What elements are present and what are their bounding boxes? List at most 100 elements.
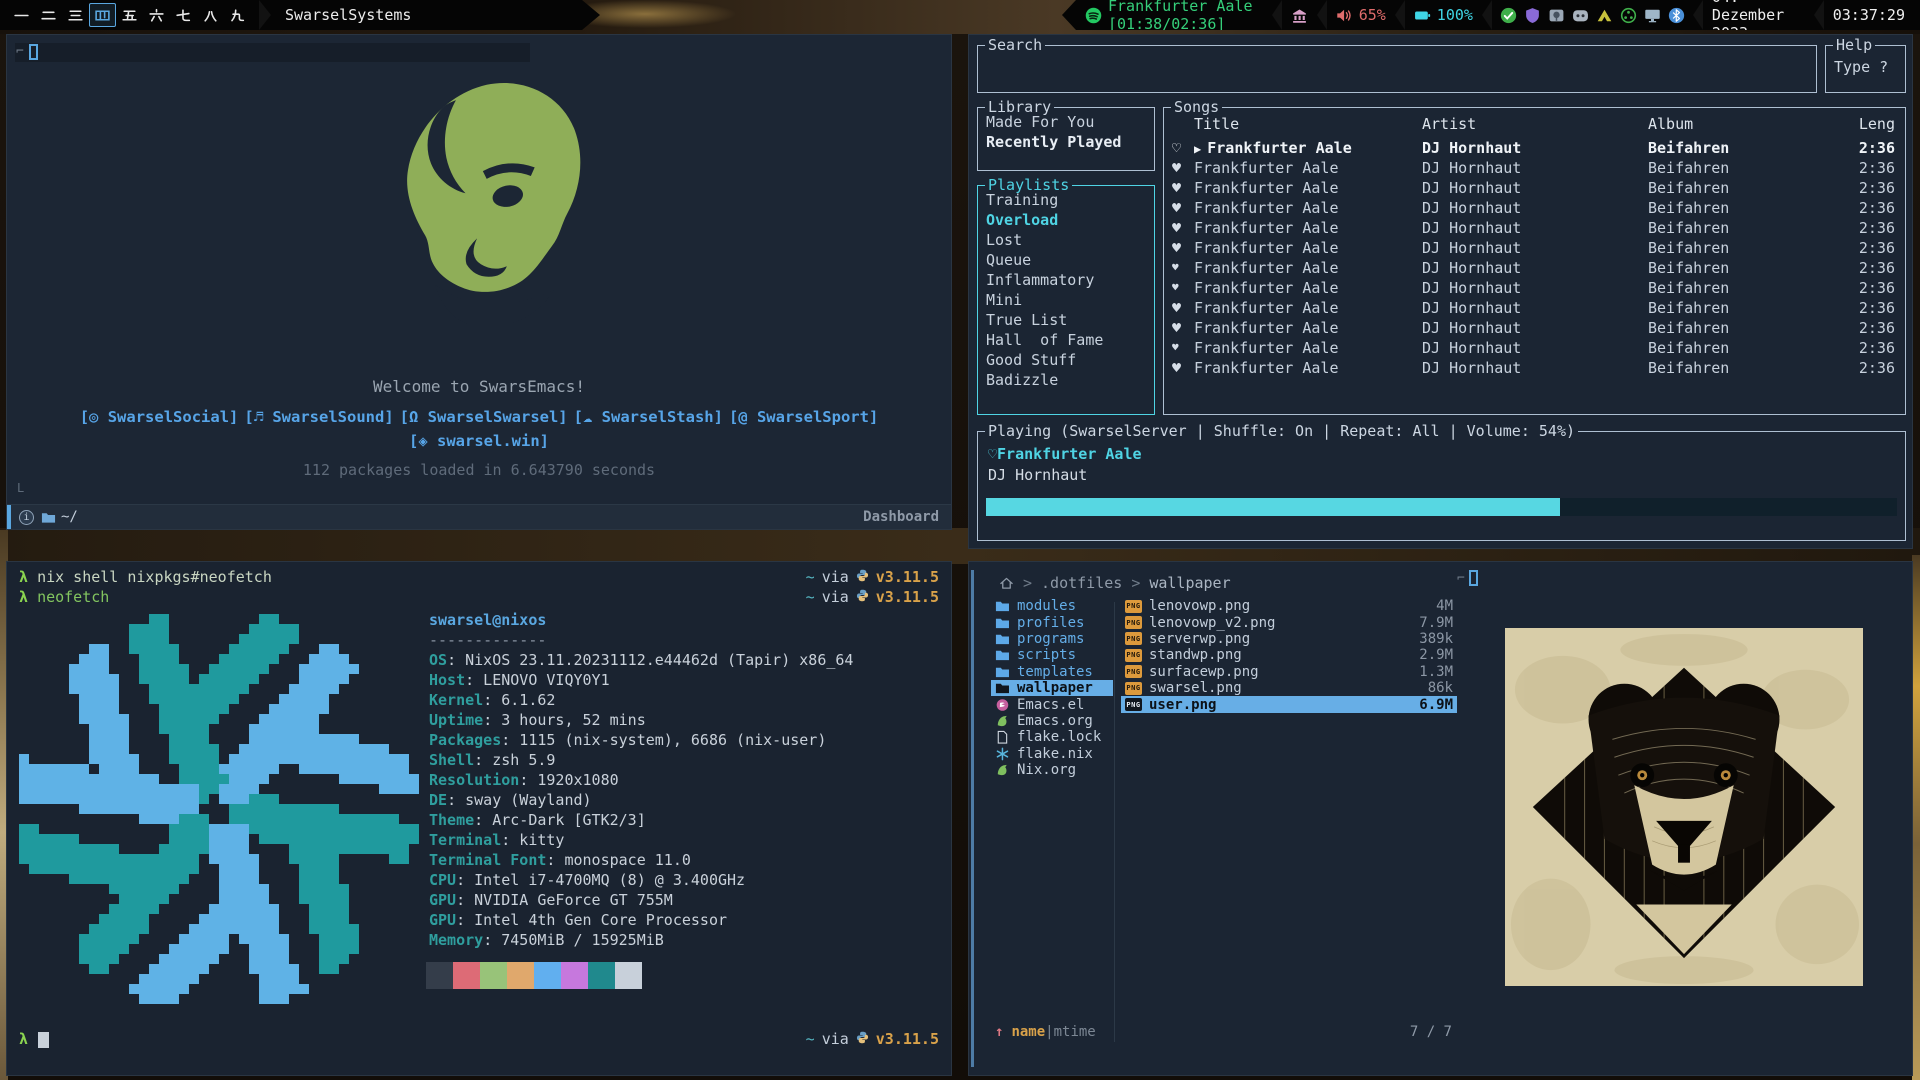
workspace-item-4[interactable]	[89, 3, 116, 27]
heart-icon[interactable]: ♥	[1172, 238, 1181, 258]
workspace-item-1[interactable]	[8, 3, 35, 27]
dir-item-Nix.org[interactable]: Nix.org	[991, 762, 1113, 778]
playlist-item-Overload[interactable]: Overload	[978, 210, 1154, 230]
file-item-serverwp.png[interactable]: PNGserverwp.png389k	[1121, 631, 1457, 647]
dir-item-flake.lock[interactable]: flake.lock	[991, 729, 1113, 745]
heart-icon[interactable]: ♥	[1172, 318, 1181, 338]
heart-icon[interactable]: ♥	[1172, 218, 1181, 238]
dir-item-Emacs.org[interactable]: Emacs.org	[991, 713, 1113, 729]
dir-item-flake.nix[interactable]: flake.nix	[991, 746, 1113, 762]
heart-icon[interactable]: ♥	[1172, 178, 1181, 198]
songs-column-Artist[interactable]: Artist	[1422, 114, 1476, 134]
monitor-tray-icon[interactable]	[1644, 7, 1661, 24]
dashboard-button-SwarselSwarsel[interactable]: [Ω SwarselSwarsel]	[400, 408, 568, 426]
song-row[interactable]: ♥Frankfurter AaleDJ HornhautBeifahren2:3…	[1164, 258, 1905, 278]
song-row[interactable]: ♡▶Frankfurter AaleDJ HornhautBeifahren2:…	[1164, 138, 1905, 158]
playlist-item-Badizzle[interactable]: Badizzle	[978, 370, 1154, 390]
dir-item-wallpaper[interactable]: wallpaper	[991, 680, 1113, 696]
song-row[interactable]: ♥Frankfurter AaleDJ HornhautBeifahren2:3…	[1164, 358, 1905, 378]
dir-item-templates[interactable]: templates	[991, 664, 1113, 680]
breadcrumb-segment[interactable]: wallpaper	[1149, 574, 1230, 592]
dir-item-profiles[interactable]: profiles	[991, 614, 1113, 630]
playlist-item-Good Stuff[interactable]: Good Stuff	[978, 350, 1154, 370]
battery-widget[interactable]: 100%	[1405, 0, 1482, 30]
seek-bar[interactable]	[986, 498, 1897, 516]
workspace-item-5[interactable]	[116, 3, 143, 27]
idle-inhibitor-widget[interactable]	[1282, 0, 1317, 30]
library-item-Recently Played[interactable]: Recently Played	[978, 132, 1154, 152]
dir-item-scripts[interactable]: scripts	[991, 647, 1113, 663]
file-item-surfacewp.png[interactable]: PNGsurfacewp.png1.3M	[1121, 664, 1457, 680]
bluetooth-tray-icon[interactable]	[1668, 7, 1685, 24]
workspace-item-9[interactable]	[224, 3, 251, 27]
playlist-item-Inflammatory[interactable]: Inflammatory	[978, 270, 1154, 290]
dashboard-button-SwarselStash[interactable]: [☁ SwarselStash]	[574, 408, 723, 426]
dashboard-button-swarsel.win[interactable]: [◈ swarsel.win]	[409, 432, 549, 450]
dashboard-buttons-row2: [◈ swarsel.win]	[7, 431, 951, 450]
heart-icon[interactable]: ♥	[1172, 358, 1181, 378]
heart-icon[interactable]: ♥	[1172, 278, 1179, 298]
shell-prompt[interactable]: λ	[19, 1030, 49, 1048]
playlist-item-Training[interactable]: Training	[978, 190, 1154, 210]
file-item-swarsel.png[interactable]: PNGswarsel.png86k	[1121, 680, 1457, 696]
workspace-item-2[interactable]	[35, 3, 62, 27]
song-row[interactable]: ♥Frankfurter AaleDJ HornhautBeifahren2:3…	[1164, 318, 1905, 338]
dashboard-button-SwarselSound[interactable]: [♬ SwarselSound]	[244, 408, 393, 426]
workspace-item-8[interactable]	[197, 3, 224, 27]
check-tray-icon[interactable]	[1500, 7, 1517, 24]
tent-tray-icon[interactable]	[1596, 7, 1613, 24]
dashboard-button-SwarselSocial[interactable]: [◎ SwarselSocial]	[80, 408, 239, 426]
vault-tray-icon[interactable]	[1548, 7, 1565, 24]
date-widget[interactable]: 04. Dezember 2023	[1703, 0, 1814, 30]
file-size: 4M	[1436, 598, 1453, 614]
heart-outline-icon[interactable]: ♡	[1172, 138, 1181, 158]
breadcrumb-segment[interactable]: .dotfiles	[1041, 574, 1122, 592]
sync-tray-icon[interactable]	[1620, 7, 1637, 24]
songs-column-Title[interactable]: Title	[1194, 114, 1239, 134]
file-item-user.png[interactable]: PNGuser.png6.9M	[1121, 696, 1457, 712]
workspace-item-6[interactable]	[143, 3, 170, 27]
song-row[interactable]: ♥Frankfurter AaleDJ HornhautBeifahren2:3…	[1164, 178, 1905, 198]
dir-item-modules[interactable]: modules	[991, 598, 1113, 614]
sort-alt-mode[interactable]: mtime	[1054, 1024, 1096, 1040]
playlist-item-Hall of Fame[interactable]: Hall of Fame	[978, 330, 1154, 350]
heart-icon[interactable]: ♥	[1172, 158, 1181, 178]
sort-mode[interactable]: name	[1011, 1024, 1045, 1040]
dashboard-button-SwarselSport[interactable]: [@ SwarselSport]	[729, 408, 878, 426]
song-row[interactable]: ♥Frankfurter AaleDJ HornhautBeifahren2:3…	[1164, 198, 1905, 218]
search-input[interactable]: Search	[977, 45, 1817, 93]
playlist-item-Queue[interactable]: Queue	[978, 250, 1154, 270]
playlist-item-Lost[interactable]: Lost	[978, 230, 1154, 250]
library-item-Made For You[interactable]: Made For You	[978, 112, 1154, 132]
songs-column-Leng[interactable]: Leng	[1859, 114, 1895, 134]
workspace-item-7[interactable]	[170, 3, 197, 27]
file-item-lenovowp.png[interactable]: PNGlenovowp.png4M	[1121, 598, 1457, 614]
sort-direction-icon[interactable]: ↑	[995, 1024, 1003, 1040]
shield-tray-icon[interactable]	[1524, 7, 1541, 24]
dir-item-Emacs.el[interactable]: Emacs.el	[991, 696, 1113, 712]
heart-icon[interactable]: ♥	[1172, 198, 1181, 218]
file-item-standwp.png[interactable]: PNGstandwp.png2.9M	[1121, 647, 1457, 663]
playlist-item-Mini[interactable]: Mini	[978, 290, 1154, 310]
dir-item-programs[interactable]: programs	[991, 631, 1113, 647]
songs-column-Album[interactable]: Album	[1648, 114, 1693, 134]
heart-icon[interactable]: ♥	[1172, 258, 1179, 278]
discord-tray-icon[interactable]	[1572, 7, 1589, 24]
clock-widget[interactable]: 03:37:29	[1824, 0, 1914, 30]
song-row[interactable]: ♥Frankfurter AaleDJ HornhautBeifahren2:3…	[1164, 238, 1905, 258]
heart-icon[interactable]: ♥	[1172, 298, 1181, 318]
heart-icon[interactable]: ♥	[1172, 338, 1179, 358]
home-icon[interactable]	[999, 576, 1014, 590]
workspace-item-3[interactable]	[62, 3, 89, 27]
song-row[interactable]: ♥Frankfurter AaleDJ HornhautBeifahren2:3…	[1164, 338, 1905, 358]
now-playing-widget[interactable]: Frankfurter Aale [01:38/02:36]	[1076, 0, 1272, 30]
song-row[interactable]: ♥Frankfurter AaleDJ HornhautBeifahren2:3…	[1164, 218, 1905, 238]
volume-widget[interactable]: 65%	[1327, 0, 1395, 30]
heart-outline-icon[interactable]: ♡	[988, 445, 997, 463]
file-item-lenovowp_v2.png[interactable]: PNGlenovowp_v2.png7.9M	[1121, 614, 1457, 630]
breadcrumb-separator: >	[1023, 574, 1032, 592]
song-row[interactable]: ♥Frankfurter AaleDJ HornhautBeifahren2:3…	[1164, 298, 1905, 318]
playlist-item-True List[interactable]: True List	[978, 310, 1154, 330]
song-row[interactable]: ♥Frankfurter AaleDJ HornhautBeifahren2:3…	[1164, 278, 1905, 298]
song-row[interactable]: ♥Frankfurter AaleDJ HornhautBeifahren2:3…	[1164, 158, 1905, 178]
